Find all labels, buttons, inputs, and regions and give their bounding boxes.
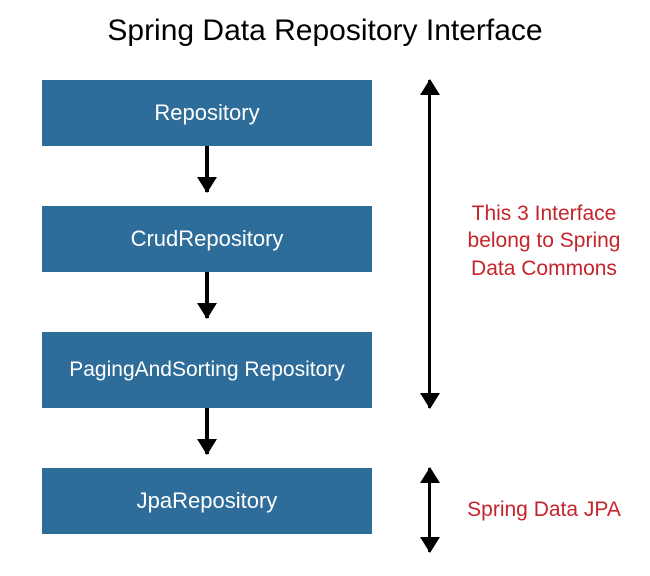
annotation-spring-data-jpa: Spring Data JPA (454, 496, 634, 523)
double-arrow-vertical-icon (428, 468, 431, 552)
arrow-down-icon (205, 146, 209, 192)
arrow-down-icon (205, 408, 209, 454)
box-paging-sorting-repository: PagingAndSorting Repository (42, 332, 372, 408)
box-crud-repository-label: CrudRepository (131, 226, 284, 251)
box-paging-sorting-repository-label: PagingAndSorting Repository (69, 358, 345, 382)
annotation-spring-data-commons: This 3 Interface belong to Spring Data C… (454, 200, 634, 282)
double-arrow-vertical-icon (428, 80, 431, 408)
box-repository-label: Repository (154, 100, 259, 125)
box-jpa-repository: JpaRepository (42, 468, 372, 534)
diagram-canvas: Spring Data Repository Interface Reposit… (0, 0, 650, 576)
box-crud-repository: CrudRepository (42, 206, 372, 272)
box-jpa-repository-label: JpaRepository (137, 488, 278, 513)
box-repository: Repository (42, 80, 372, 146)
arrow-down-icon (205, 272, 209, 318)
diagram-title: Spring Data Repository Interface (0, 14, 650, 48)
